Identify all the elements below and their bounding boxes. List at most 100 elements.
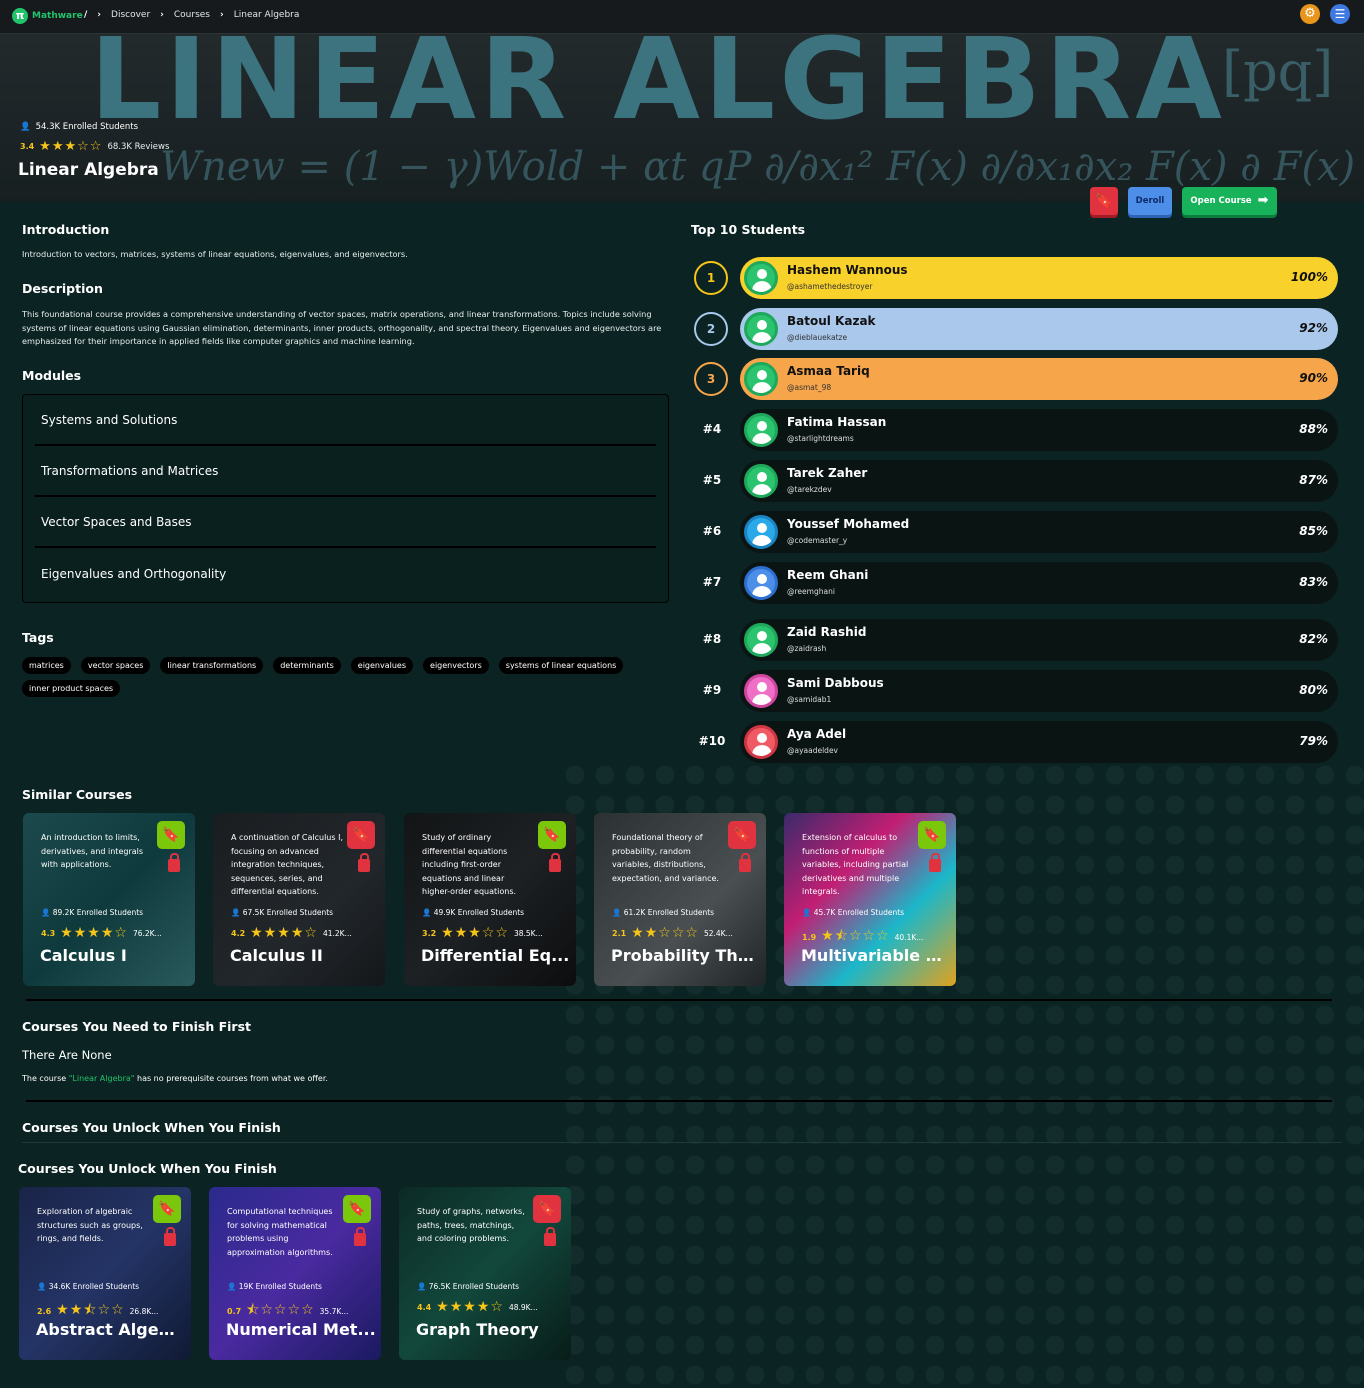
student-username: @starlightdreams: [787, 434, 854, 443]
module-item[interactable]: Eigenvalues and Orthogonality: [35, 548, 656, 599]
brand-logo[interactable]: π Mathware: [12, 8, 83, 24]
course-rating-number: 2.1: [612, 928, 627, 938]
bookmark-icon[interactable]: 🔖: [1090, 187, 1118, 215]
bookmark-icon[interactable]: 🔖: [728, 821, 756, 849]
rating-stars: ★★★★☆: [436, 1299, 504, 1315]
breadcrumb-discover[interactable]: Discover: [111, 10, 150, 20]
rating-stars: ★★★☆☆: [39, 139, 103, 154]
leaderboard-row[interactable]: Tarek Zaher @tarekzdev 87%: [740, 460, 1338, 502]
student-score: 79%: [1299, 734, 1328, 748]
enrolled-text: 54.3K Enrolled Students: [35, 122, 139, 132]
bookmark-icon[interactable]: 🔖: [153, 1195, 181, 1223]
prereq-note-course[interactable]: "Linear Algebra": [69, 1074, 135, 1083]
student-username: @tarekzdev: [787, 485, 832, 494]
banner-matrix-art: [pq]: [1222, 40, 1334, 103]
student-score: 83%: [1299, 575, 1328, 589]
tag[interactable]: eigenvalues: [350, 657, 414, 674]
page-title: Linear Algebra: [18, 160, 159, 180]
student-name: Tarek Zaher: [787, 466, 868, 480]
gear-icon[interactable]: ⚙: [1300, 4, 1320, 24]
course-review-count: 76.2K...: [132, 928, 162, 938]
course-title: Numerical Met...: [226, 1320, 376, 1339]
tag[interactable]: eigenvectors: [423, 657, 489, 674]
course-card[interactable]: Study of graphs, networks, paths, trees,…: [399, 1187, 571, 1360]
leaderboard-row[interactable]: Batoul Kazak @dieblauekatze 92%: [740, 308, 1338, 350]
course-card[interactable]: Computational techniques for solving mat…: [209, 1187, 381, 1360]
prereq-note: The course "Linear Algebra" has no prere…: [22, 1074, 328, 1083]
open-course-button[interactable]: Open Course ➡: [1182, 187, 1277, 215]
introduction-heading: Introduction: [22, 222, 110, 237]
course-review-count: 52.4K...: [703, 928, 733, 938]
bookmark-icon[interactable]: 🔖: [918, 821, 946, 849]
leaderboard-row[interactable]: Asmaa Tariq @asmat_98 90%: [740, 358, 1338, 400]
course-review-count: 38.5K...: [513, 928, 543, 938]
course-enrolled: 👤 61.2K Enrolled Students: [612, 908, 714, 917]
module-item[interactable]: Transformations and Matrices: [35, 446, 656, 497]
enrolled-count: 👤 54.3K Enrolled Students: [20, 122, 138, 132]
bookmark-icon[interactable]: 🔖: [533, 1195, 561, 1223]
deroll-button[interactable]: Deroll: [1128, 187, 1172, 215]
course-card[interactable]: Study of ordinary differential equations…: [404, 813, 576, 986]
unlock-subheading: Courses You Unlock When You Finish: [18, 1161, 277, 1176]
tag[interactable]: determinants: [273, 657, 341, 674]
student-username: @asmat_98: [787, 383, 832, 392]
lock-icon: [354, 1227, 366, 1246]
leaderboard-row[interactable]: Zaid Rashid @zaidrash 82%: [740, 619, 1338, 661]
leaderboard-row[interactable]: Reem Ghani @reemghani 83%: [740, 562, 1338, 604]
bookmark-icon[interactable]: 🔖: [347, 821, 375, 849]
course-rating-number: 0.7: [227, 1306, 242, 1316]
bookmark-icon[interactable]: 🔖: [538, 821, 566, 849]
course-card[interactable]: An introduction to limits, derivatives, …: [23, 813, 195, 986]
course-card[interactable]: Foundational theory of probability, rand…: [594, 813, 766, 986]
chevron-right-icon: ›: [220, 10, 224, 20]
student-name: Batoul Kazak: [787, 314, 876, 328]
course-title: Calculus II: [230, 946, 323, 965]
section-divider: [26, 1100, 1332, 1102]
leaderboard-row[interactable]: Youssef Mohamed @codemaster_y 85%: [740, 511, 1338, 553]
lock-icon: [544, 1227, 556, 1246]
module-item[interactable]: Vector Spaces and Bases: [35, 497, 656, 548]
course-rating-number: 2.6: [37, 1306, 52, 1316]
student-username: @samidab1: [787, 695, 832, 704]
modules-list: Systems and Solutions Transformations an…: [22, 394, 669, 603]
course-enrolled: 👤 19K Enrolled Students: [227, 1282, 322, 1291]
breadcrumb-courses[interactable]: Courses: [174, 10, 210, 20]
course-rating: 3.2 ★★★☆☆ 38.5K...: [422, 925, 543, 941]
course-card[interactable]: Exploration of algebraic structures such…: [19, 1187, 191, 1360]
rating-number: 3.4: [20, 142, 35, 151]
tag[interactable]: inner product spaces: [22, 680, 121, 697]
tag[interactable]: vector spaces: [80, 657, 151, 674]
avatar: [744, 725, 778, 759]
student-name: Aya Adel: [787, 727, 847, 741]
leaderboard-row[interactable]: Sami Dabbous @samidab1 80%: [740, 670, 1338, 712]
tag[interactable]: systems of linear equations: [498, 657, 624, 674]
course-rating: 4.4 ★★★★☆ 48.9K...: [417, 1299, 538, 1315]
user-icon: 👤: [231, 908, 243, 917]
rank-label: #4: [702, 422, 722, 436]
course-enrolled-text: 67.5K Enrolled Students: [242, 908, 334, 917]
course-review-count: 26.8K...: [129, 1306, 159, 1316]
user-icon: 👤: [802, 908, 814, 917]
course-card[interactable]: A continuation of Calculus I, focusing o…: [213, 813, 385, 986]
student-name: Sami Dabbous: [787, 676, 884, 690]
rating-stars: ★★★☆☆: [441, 925, 509, 941]
student-score: 80%: [1299, 683, 1328, 697]
course-rating: 3.4 ★★★☆☆ 68.3K Reviews: [20, 139, 169, 154]
tag[interactable]: linear transformations: [160, 657, 264, 674]
module-item[interactable]: Systems and Solutions: [35, 395, 656, 446]
student-username: @reemghani: [787, 587, 835, 596]
course-enrolled-text: 76.5K Enrolled Students: [428, 1282, 520, 1291]
bookmark-icon[interactable]: 🔖: [343, 1195, 371, 1223]
breadcrumb-separator-icon: /: [84, 10, 88, 20]
leaderboard-row[interactable]: Aya Adel @ayaadeldev 79%: [740, 721, 1338, 763]
bookmark-icon[interactable]: 🔖: [157, 821, 185, 849]
menu-icon[interactable]: ☰: [1330, 4, 1350, 24]
leaderboard-row[interactable]: Fatima Hassan @starlightdreams 88%: [740, 409, 1338, 451]
leaderboard-row[interactable]: Hashem Wannous @ashamethedestroyer 100%: [740, 257, 1338, 299]
avatar: [744, 261, 778, 295]
course-card[interactable]: Extension of calculus to functions of mu…: [784, 813, 956, 986]
student-score: 87%: [1299, 473, 1328, 487]
user-icon: 👤: [227, 1282, 239, 1291]
prereq-note-prefix: The course: [22, 1074, 69, 1083]
tag[interactable]: matrices: [22, 657, 71, 674]
